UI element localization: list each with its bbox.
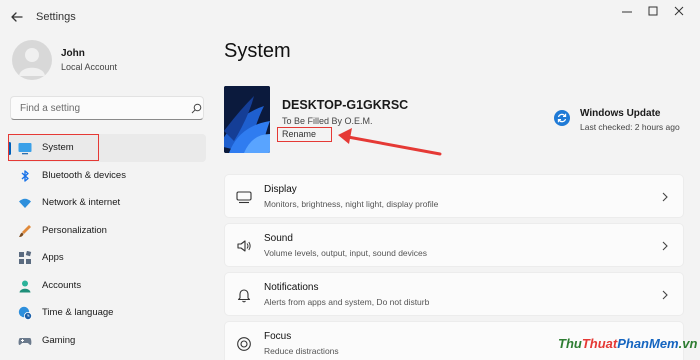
- focus-icon: [237, 337, 251, 351]
- user-account-type: Local Account: [61, 62, 118, 72]
- card-subtitle: Monitors, brightness, night light, displ…: [264, 199, 439, 209]
- globe-clock-icon: [18, 306, 32, 320]
- speaker-icon: [237, 240, 251, 252]
- apps-icon: [19, 251, 32, 264]
- sidebar-item-apps[interactable]: Apps: [8, 244, 206, 272]
- chevron-right-icon: [662, 192, 668, 202]
- person-icon: [19, 280, 31, 292]
- device-name: DESKTOP-G1GKRSC: [282, 98, 409, 112]
- settings-card-display[interactable]: Display Monitors, brightness, night ligh…: [224, 174, 684, 218]
- sidebar-item-label: Gaming: [42, 334, 76, 346]
- annotation-arrow: [338, 128, 442, 156]
- sidebar-item-personalization[interactable]: Personalization: [8, 217, 206, 245]
- card-subtitle: Reduce distractions: [264, 346, 339, 356]
- card-title: Sound: [264, 233, 293, 244]
- sidebar-item-label: Time & language: [42, 307, 114, 318]
- search-input[interactable]: Find a setting: [10, 96, 204, 120]
- annotation-highlight-system: [8, 134, 99, 161]
- page-title: System: [224, 40, 291, 62]
- sidebar-item-time-language[interactable]: Time & language: [8, 299, 206, 327]
- sidebar-item-label: Bluetooth & devices: [42, 169, 126, 181]
- search-placeholder: Find a setting: [20, 103, 81, 114]
- windows-update-status: Last checked: 2 hours ago: [580, 122, 680, 132]
- sidebar-item-label: Accounts: [42, 279, 82, 291]
- sidebar-item-label: Network & internet: [42, 197, 121, 208]
- wallpaper-bloom-icon: [224, 86, 270, 153]
- search-icon[interactable]: [191, 103, 202, 114]
- device-wallpaper-thumbnail: [224, 86, 270, 153]
- avatar[interactable]: [12, 40, 52, 80]
- sidebar-item-bluetooth[interactable]: Bluetooth & devices: [8, 162, 206, 190]
- close-button[interactable]: [664, 2, 694, 20]
- watermark-part: .vn: [678, 336, 698, 351]
- display-icon: [236, 191, 252, 204]
- card-title: Notifications: [264, 282, 319, 293]
- windows-update-title[interactable]: Windows Update: [580, 108, 660, 119]
- watermark-part: PhanMem: [617, 336, 679, 351]
- watermark-part: Thu: [558, 336, 582, 351]
- bell-icon: [237, 289, 251, 303]
- sidebar-item-label: Personalization: [42, 224, 107, 236]
- sidebar-item-accounts[interactable]: Accounts: [8, 272, 206, 300]
- brush-icon: [19, 224, 31, 237]
- sidebar-item-network[interactable]: Network & internet: [8, 189, 206, 217]
- annotation-highlight-rename: [277, 127, 332, 142]
- sidebar-item-gaming[interactable]: Gaming: [8, 327, 206, 355]
- wifi-icon: [19, 198, 31, 208]
- chevron-right-icon: [662, 241, 668, 251]
- window-title: Settings: [36, 11, 76, 23]
- windows-update-icon: [554, 110, 570, 126]
- card-subtitle: Alerts from apps and system, Do not dist…: [264, 297, 430, 307]
- back-arrow-icon[interactable]: [8, 8, 26, 26]
- sidebar-nav: System Bluetooth & devices Network & int…: [8, 134, 206, 354]
- bluetooth-icon: [21, 169, 29, 182]
- card-title: Focus: [264, 331, 292, 342]
- sidebar-item-label: Apps: [42, 252, 64, 263]
- card-title: Display: [264, 184, 297, 195]
- settings-card-sound[interactable]: Sound Volume levels, output, input, soun…: [224, 223, 684, 267]
- controller-icon: [18, 337, 32, 345]
- watermark-logo: ThuThuatPhanMem.vn: [558, 336, 697, 351]
- watermark-part: Thuat: [581, 336, 618, 351]
- user-name: John: [61, 48, 85, 59]
- title-bar: Settings: [0, 0, 700, 34]
- settings-card-notifications[interactable]: Notifications Alerts from apps and syste…: [224, 272, 684, 316]
- chevron-right-icon: [662, 290, 668, 300]
- card-subtitle: Volume levels, output, input, sound devi…: [264, 248, 428, 258]
- person-silhouette-icon: [19, 48, 45, 76]
